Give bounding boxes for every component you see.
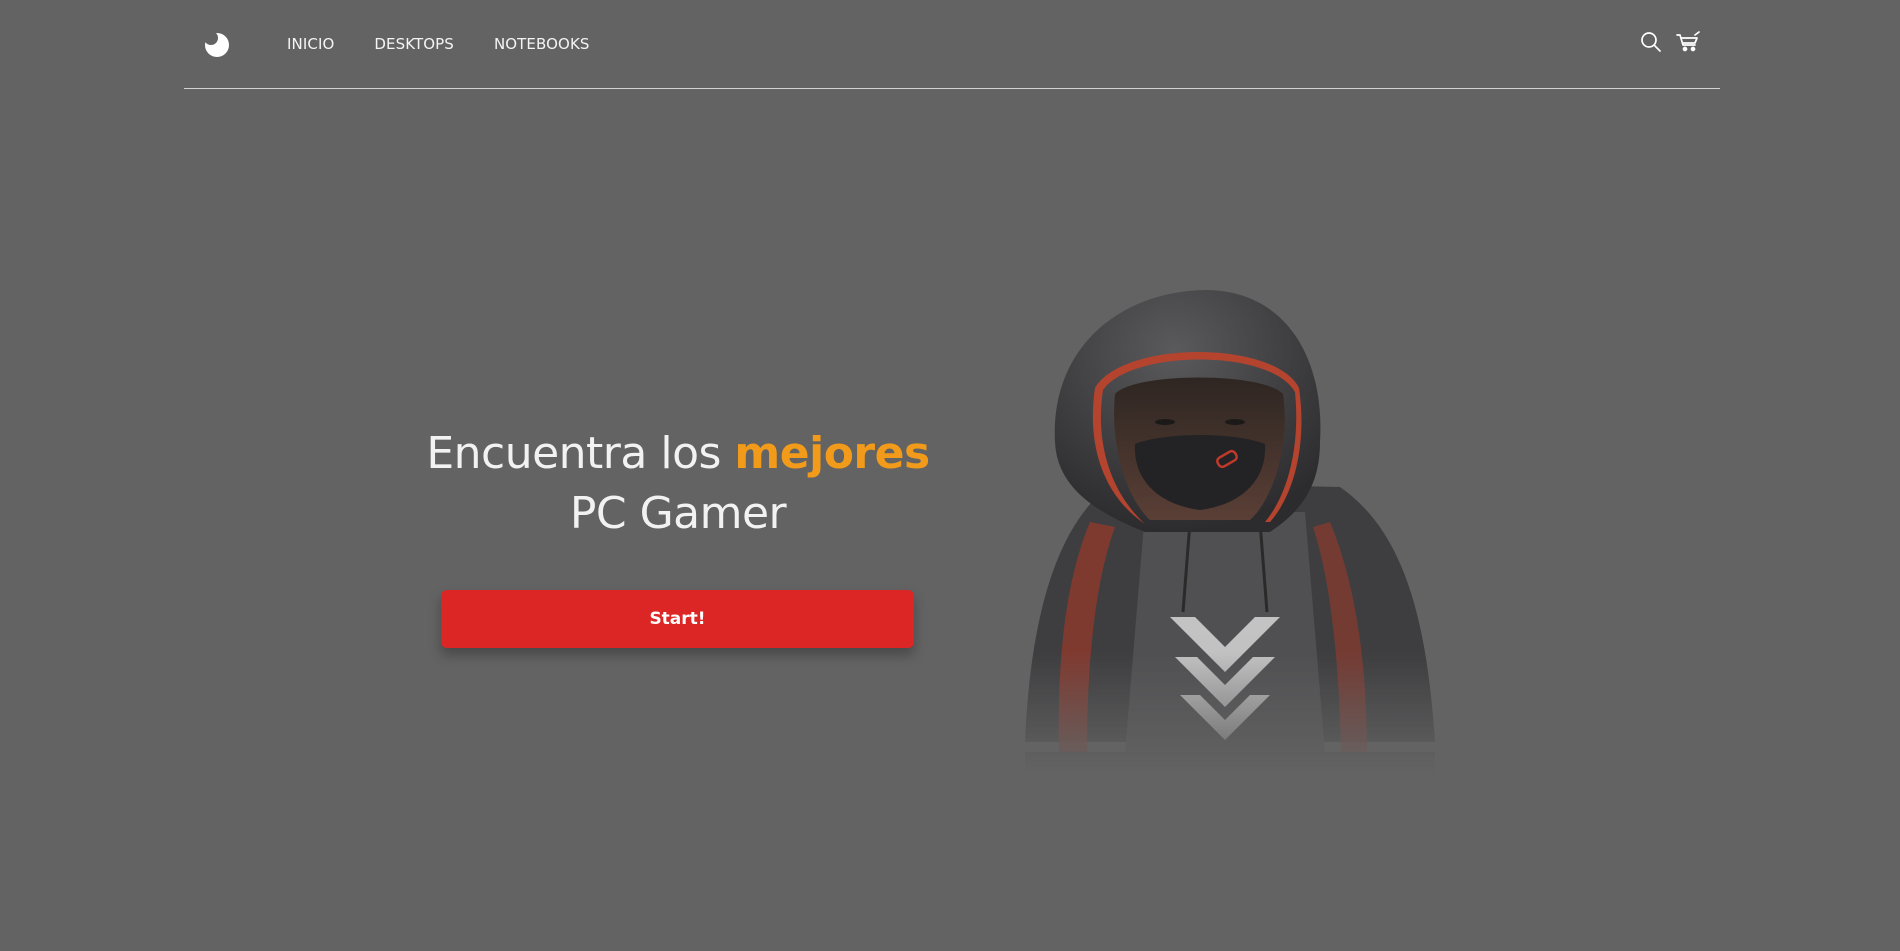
nav-link-notebooks[interactable]: NOTEBOOKS (494, 35, 590, 53)
nav-link-desktops[interactable]: DESKTOPS (374, 35, 454, 53)
nav-actions (1639, 30, 1700, 54)
hero-title-highlight: mejores (734, 428, 930, 479)
search-icon[interactable] (1639, 30, 1663, 54)
main-nav: INICIO DESKTOPS NOTEBOOKS (287, 0, 590, 89)
nav-link-inicio[interactable]: INICIO (287, 35, 334, 53)
moon-logo-icon[interactable] (202, 30, 232, 60)
hero-title: Encuentra los mejores PC Gamer (420, 424, 936, 544)
hero-title-part1: Encuentra los (426, 428, 721, 479)
hooded-gamer-image (1025, 290, 1435, 782)
hero-title-part2: PC Gamer (569, 488, 787, 539)
navbar: INICIO DESKTOPS NOTEBOOKS (184, 0, 1720, 89)
cart-icon[interactable] (1676, 30, 1700, 54)
start-button[interactable]: Start! (441, 590, 914, 648)
page: INICIO DESKTOPS NOTEBOOKS Encuentra los … (0, 0, 1900, 951)
